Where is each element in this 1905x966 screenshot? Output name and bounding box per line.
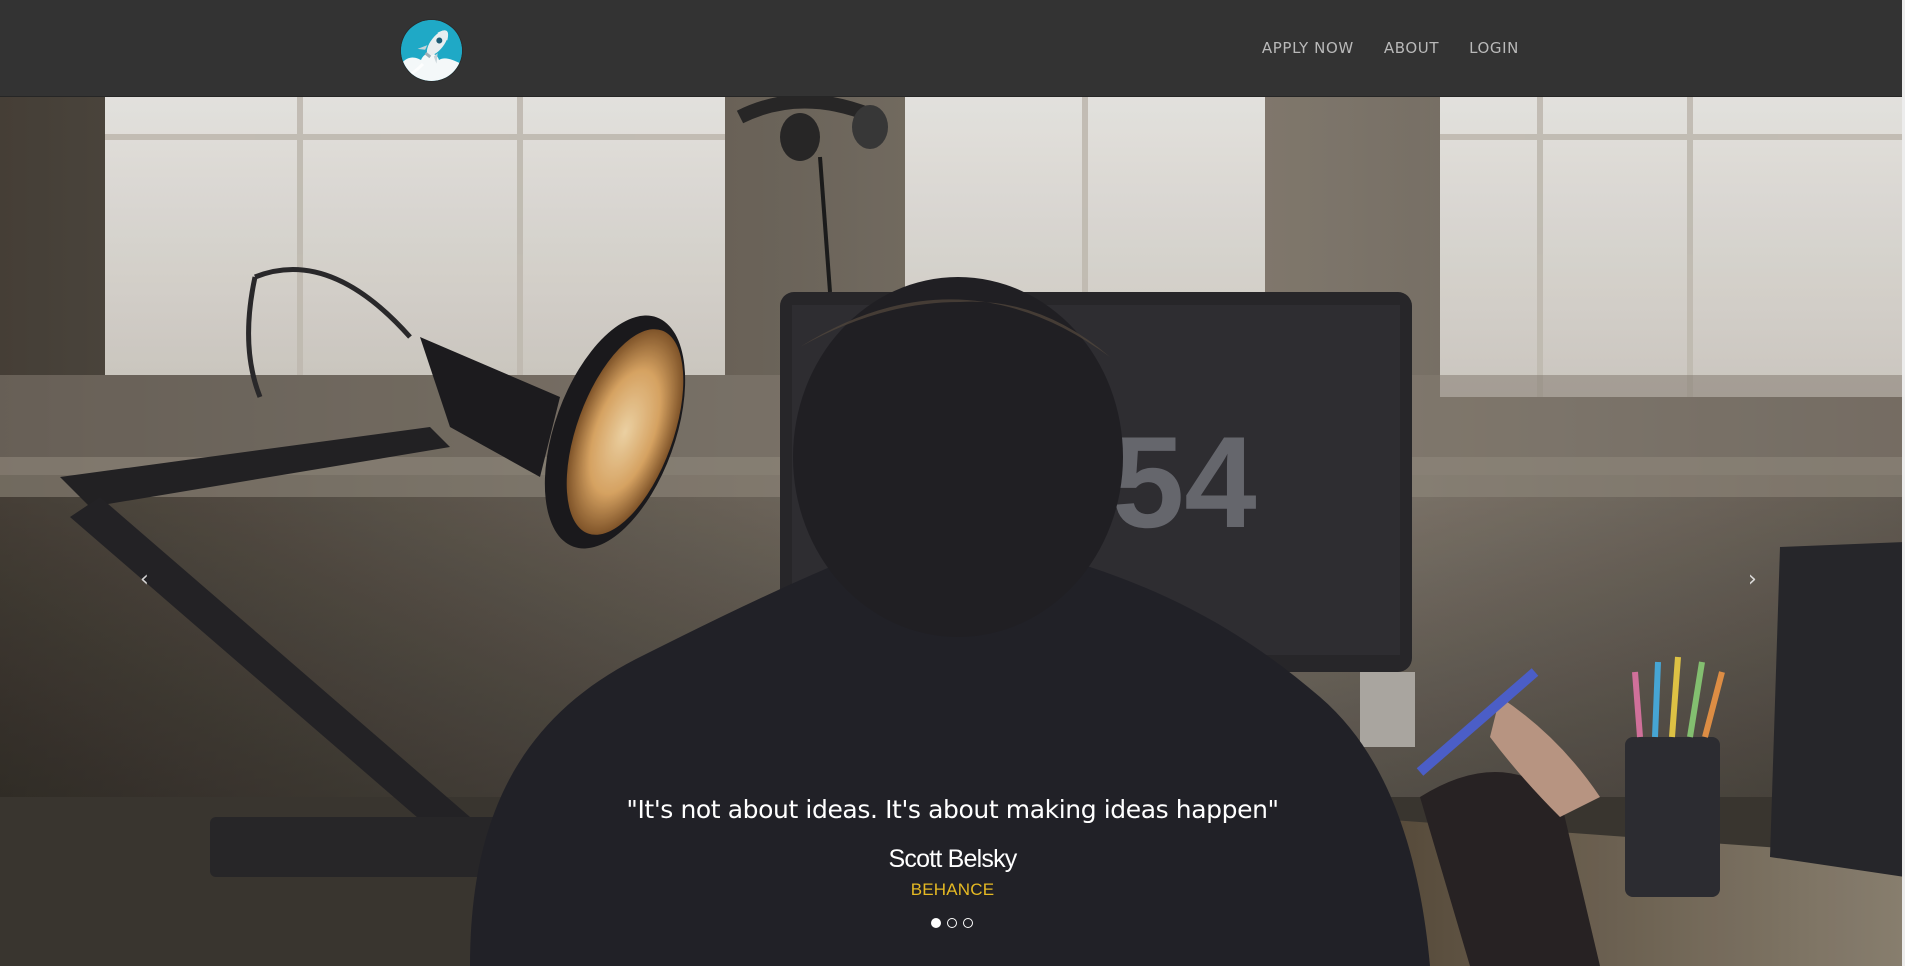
- carousel-dot-1[interactable]: [931, 918, 941, 928]
- carousel-prev-icon[interactable]: ‹: [140, 567, 149, 592]
- nav-login[interactable]: LOGIN: [1469, 39, 1519, 57]
- rocket-logo-icon[interactable]: [401, 20, 462, 81]
- carousel-next-icon[interactable]: ›: [1748, 567, 1757, 592]
- carousel-dot-3[interactable]: [963, 918, 973, 928]
- carousel-indicators: [930, 918, 974, 928]
- testimonial-author: Scott Belsky: [888, 845, 1018, 873]
- testimonial-quote: "It's not about ideas. It's about making…: [626, 795, 1279, 824]
- carousel-dot-2[interactable]: [947, 918, 957, 928]
- nav-apply-now[interactable]: APPLY NOW: [1262, 39, 1354, 57]
- nav-about[interactable]: ABOUT: [1384, 39, 1439, 57]
- main-nav: APPLY NOW ABOUT LOGIN: [1262, 38, 1519, 58]
- testimonial-caption: "It's not about ideas. It's about making…: [0, 795, 1905, 900]
- top-navbar: APPLY NOW ABOUT LOGIN: [0, 0, 1905, 97]
- testimonial-company: BEHANCE: [910, 880, 995, 899]
